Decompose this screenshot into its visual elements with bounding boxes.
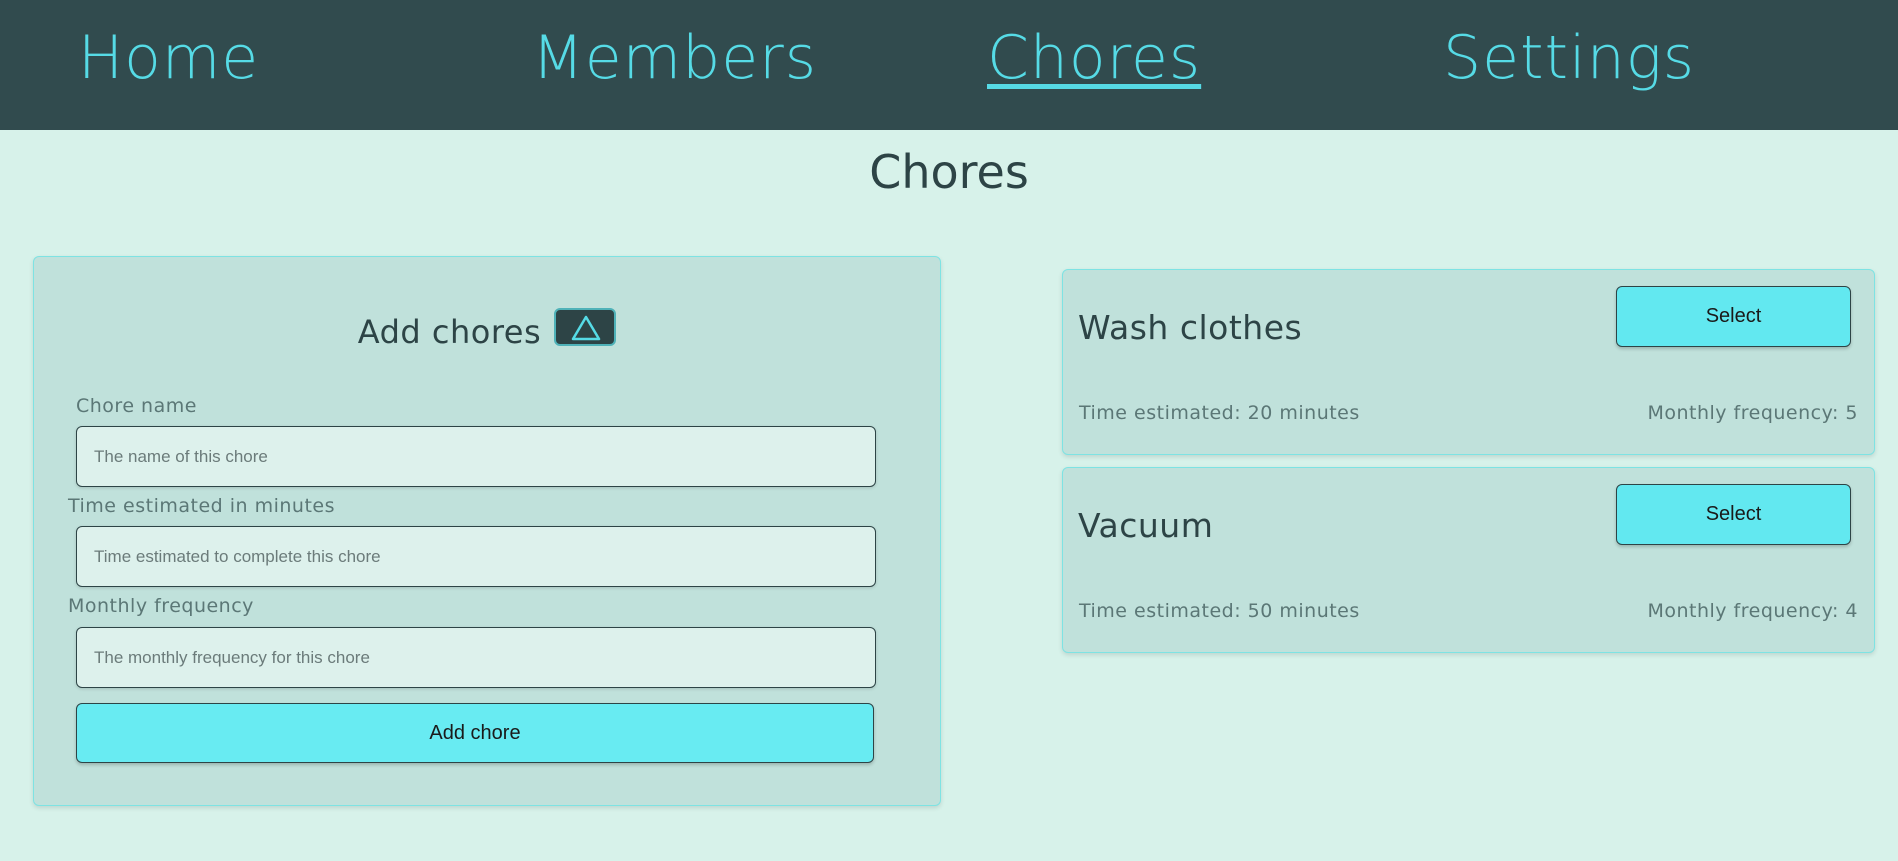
select-chore-button[interactable]: Select	[1616, 286, 1851, 347]
chore-card-frequency: Monthly frequency: 4	[1647, 600, 1858, 622]
chore-card-time: Time estimated: 20 minutes	[1079, 402, 1360, 424]
top-nav: Home Members Chores Settings	[0, 0, 1898, 130]
nav-chores-link[interactable]: Chores	[987, 18, 1201, 98]
chore-name-label: Chore name	[76, 395, 197, 417]
add-chore-button[interactable]: Add chore	[76, 703, 874, 763]
collapse-button[interactable]	[554, 308, 617, 346]
triangle-up-icon	[571, 315, 601, 341]
nav-settings-link[interactable]: Settings	[1443, 18, 1695, 98]
select-chore-button[interactable]: Select	[1616, 484, 1851, 545]
monthly-frequency-label: Monthly frequency	[68, 595, 254, 617]
nav-home-link[interactable]: Home	[78, 18, 259, 98]
chore-card: Wash clothes Select Time estimated: 20 m…	[1062, 269, 1875, 455]
add-chore-panel: Add chores Chore name Time estimated in …	[33, 256, 941, 806]
add-chore-title: Add chores	[357, 313, 542, 351]
chore-card-name: Vacuum	[1078, 506, 1214, 545]
monthly-frequency-input[interactable]	[76, 627, 876, 688]
nav-members-link[interactable]: Members	[532, 18, 817, 98]
chore-card-name: Wash clothes	[1078, 308, 1303, 347]
chore-card-frequency: Monthly frequency: 5	[1647, 402, 1858, 424]
chore-name-input[interactable]	[76, 426, 876, 487]
add-chore-header: Add chores	[34, 308, 940, 373]
time-estimated-label: Time estimated in minutes	[68, 495, 336, 517]
time-estimated-input[interactable]	[76, 526, 876, 587]
chore-card-time: Time estimated: 50 minutes	[1079, 600, 1360, 622]
page-title: Chores	[869, 145, 1029, 199]
chore-card: Vacuum Select Time estimated: 50 minutes…	[1062, 467, 1875, 653]
